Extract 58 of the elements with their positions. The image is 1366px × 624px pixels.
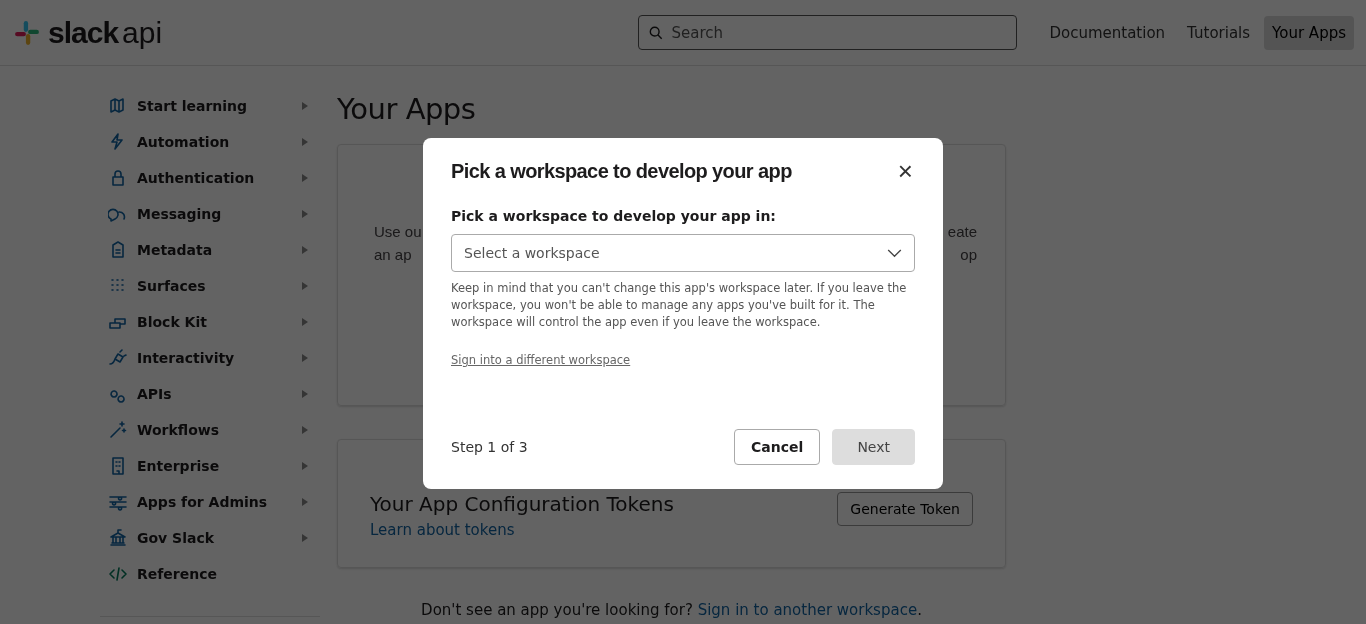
sidebar-link[interactable]: Authentication [137, 170, 255, 186]
expand-arrow-icon[interactable] [302, 462, 308, 470]
expand-arrow-icon[interactable] [302, 102, 308, 110]
slack-logo-icon [14, 19, 40, 46]
nav-link[interactable]: Your Apps [1264, 15, 1354, 50]
search-icon [649, 26, 664, 40]
expand-arrow-icon[interactable] [302, 426, 308, 434]
expand-arrow-icon[interactable] [302, 498, 308, 506]
card-text: an ap [374, 246, 413, 263]
sidebar-icon [108, 564, 128, 584]
workspace-select[interactable]: Select a workspace [451, 234, 915, 272]
footer-text: Don't see an app you're looking for? Sign in to another workspace. [420, 601, 923, 619]
cancel-button[interactable]: Cancel [734, 429, 821, 465]
help-text: Keep in mind that you can't change this app's workspace later. If you leave the workspace, you won't be able to manage any apps you've built for it. The workspace will control the app even if you leave the workspace. [451, 280, 908, 331]
sidebar-icon [108, 528, 128, 548]
expand-arrow-icon[interactable] [302, 246, 308, 254]
logo-wordmark: slack [48, 15, 119, 50]
chevron-down-icon [887, 248, 902, 258]
sign-in-link[interactable]: Sign into a different workspace [451, 353, 631, 367]
search-field[interactable]: Search [638, 15, 1018, 50]
step-indicator: Step 1 of 3 [451, 439, 528, 455]
card-text: op [960, 246, 977, 263]
sidebar-link[interactable]: Start learning [137, 98, 248, 114]
dialog-title: Pick a workspace to develop your app [451, 159, 792, 183]
expand-arrow-icon[interactable] [302, 318, 308, 326]
sidebar-link[interactable]: Surfaces [137, 278, 206, 294]
card-text: eate [947, 223, 977, 240]
sign-in-link[interactable]: Sign in to another workspace [697, 601, 918, 619]
sidebar-link[interactable]: Interactivity [137, 350, 235, 366]
sidebar-link[interactable]: Reference [137, 566, 218, 582]
generate-token-button[interactable]: Generate Token [837, 492, 973, 526]
expand-arrow-icon[interactable] [302, 210, 308, 218]
nav-link[interactable]: Documentation [1041, 15, 1174, 50]
close-button[interactable]: × [895, 158, 915, 184]
expand-arrow-icon[interactable] [302, 354, 308, 362]
expand-arrow-icon[interactable] [302, 282, 308, 290]
card-text: Use ou [374, 223, 422, 240]
sidebar-link[interactable]: Messaging [137, 206, 222, 222]
sidebar-link[interactable]: Automation [137, 134, 230, 150]
sidebar-icon [108, 420, 128, 440]
expand-arrow-icon[interactable] [302, 390, 308, 398]
page-title: Your Apps [337, 92, 477, 126]
nav-link[interactable]: Tutorials [1179, 15, 1259, 50]
sidebar-icon [108, 348, 128, 368]
learn-link[interactable]: Learn about tokens [370, 521, 515, 539]
card-title: Your App Configuration Tokens [370, 492, 674, 516]
sidebar-link[interactable]: Enterprise [137, 458, 220, 474]
sidebar-link[interactable]: APIs [137, 386, 172, 402]
sidebar-link[interactable]: Gov Slack [137, 530, 215, 546]
logo-suffix: api [122, 15, 163, 50]
sidebar-link[interactable]: Metadata [137, 242, 213, 258]
expand-arrow-icon[interactable] [302, 174, 308, 182]
expand-arrow-icon[interactable] [302, 534, 308, 542]
field-label: Pick a workspace to develop your app in: [451, 208, 777, 224]
sidebar-link[interactable]: Block Kit [137, 314, 207, 330]
sidebar-link[interactable]: Apps for Admins [137, 494, 268, 510]
expand-arrow-icon[interactable] [302, 138, 308, 146]
sidebar-link[interactable]: Workflows [137, 422, 220, 438]
